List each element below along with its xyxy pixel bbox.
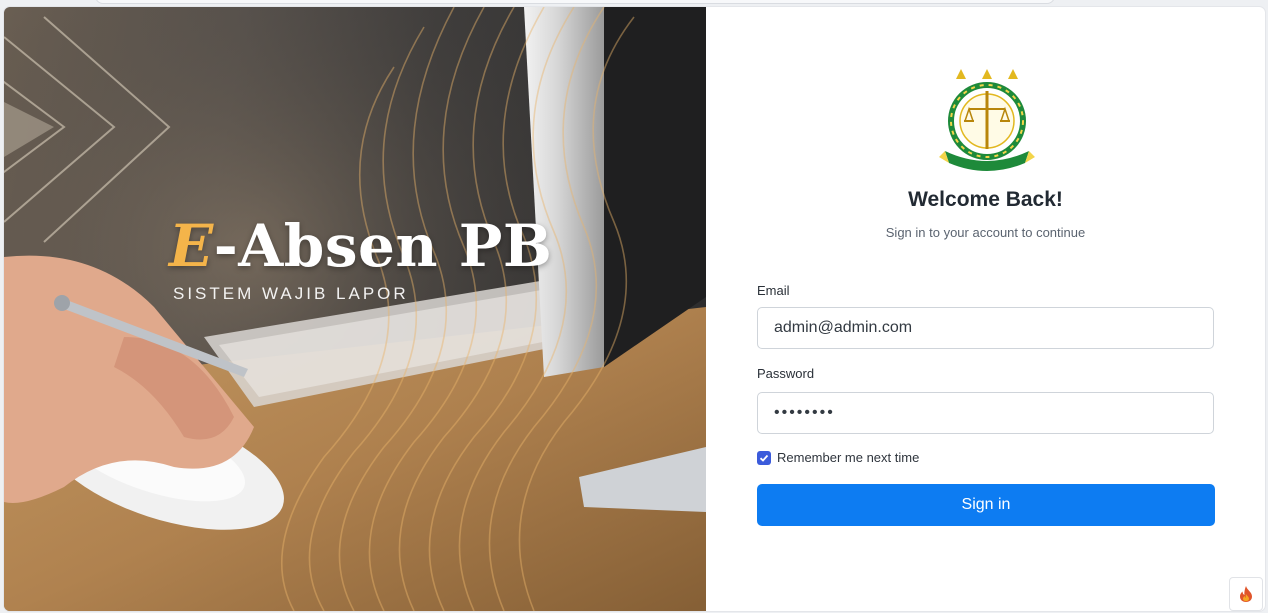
welcome-subtitle: Sign in to your account to continue bbox=[885, 225, 1086, 240]
hero-panel: E-Absen PB SISTEM WAJIB LAPOR bbox=[4, 7, 706, 611]
brand-title: E-Absen PB bbox=[169, 212, 552, 280]
remember-me-checkbox[interactable] bbox=[757, 450, 771, 465]
browser-bar-edge bbox=[95, 0, 1055, 4]
prosecutor-emblem-icon bbox=[939, 69, 1035, 171]
brand-title-accent: E bbox=[169, 212, 214, 280]
debug-toolbar-toggle[interactable] bbox=[1229, 577, 1263, 611]
sign-in-button[interactable]: Sign in bbox=[757, 484, 1215, 526]
login-panel: Welcome Back! Sign in to your account to… bbox=[706, 7, 1265, 611]
brand-block: E-Absen PB SISTEM WAJIB LAPOR bbox=[169, 212, 552, 304]
password-field[interactable] bbox=[757, 392, 1214, 434]
brand-subtitle: SISTEM WAJIB LAPOR bbox=[173, 284, 409, 303]
welcome-heading: Welcome Back! bbox=[908, 188, 1063, 211]
flame-icon bbox=[1240, 586, 1252, 602]
remember-me-label: Remember me next time bbox=[777, 450, 920, 465]
brand-title-rest: -Absen PB bbox=[213, 212, 553, 280]
check-icon bbox=[759, 454, 769, 462]
hero-background-illustration bbox=[4, 7, 706, 611]
login-card: E-Absen PB SISTEM WAJIB LAPOR Welcome Ba… bbox=[4, 7, 1265, 611]
email-field[interactable] bbox=[757, 307, 1214, 349]
remember-me-row[interactable]: Remember me next time bbox=[757, 450, 919, 465]
password-label: Password bbox=[757, 366, 815, 381]
email-label: Email bbox=[757, 283, 790, 298]
